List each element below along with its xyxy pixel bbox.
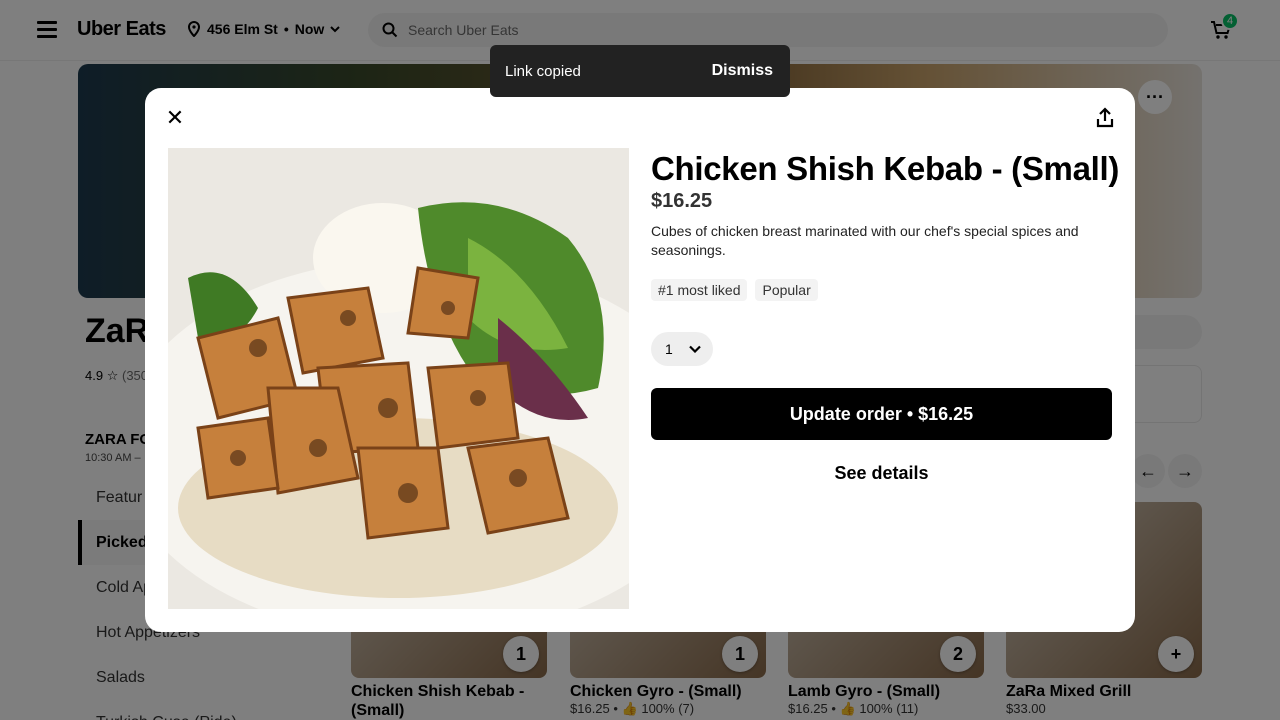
tag-most-liked: #1 most liked xyxy=(651,279,748,301)
see-details-button[interactable]: See details xyxy=(651,453,1112,493)
chevron-down-icon xyxy=(689,345,701,353)
chicken-kebab-photo xyxy=(168,148,629,609)
tag-popular: Popular xyxy=(755,279,818,301)
toast-message: Link copied xyxy=(505,62,581,80)
item-price: $16.25 xyxy=(651,190,713,212)
item-image xyxy=(168,148,629,609)
link-copied-toast: Link copied Dismiss xyxy=(490,45,790,97)
close-icon[interactable]: ✕ xyxy=(163,105,187,130)
quantity-select[interactable]: 1 xyxy=(651,332,713,366)
item-tags: #1 most liked Popular xyxy=(651,279,818,301)
share-icon[interactable] xyxy=(1093,106,1117,130)
update-order-button[interactable]: Update order • $16.25 xyxy=(651,388,1112,440)
quantity-value: 1 xyxy=(665,341,673,357)
item-detail-modal: ✕ Chicken Shish Kebab - (Small) $16.25 C… xyxy=(145,88,1135,632)
dismiss-button[interactable]: Dismiss xyxy=(712,62,773,80)
item-title: Chicken Shish Kebab - (Small) xyxy=(651,150,1120,187)
item-description: Cubes of chicken breast marinated with o… xyxy=(651,223,1079,258)
